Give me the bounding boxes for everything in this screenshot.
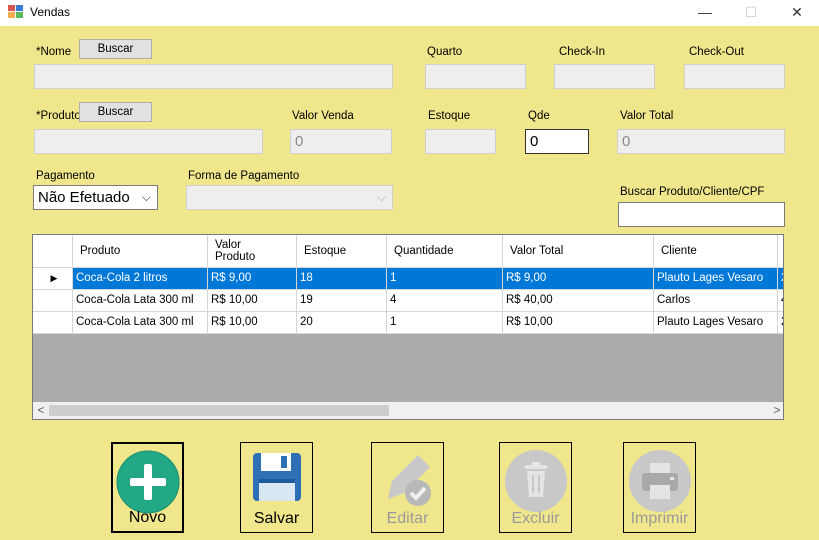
valor-venda-field[interactable]: 0 — [290, 129, 392, 154]
valor-total-field[interactable]: 0 — [617, 129, 785, 154]
estoque-field[interactable] — [425, 129, 496, 154]
row-selector[interactable] — [33, 290, 73, 312]
col-header-quantidade[interactable]: Quantidade — [387, 235, 503, 268]
produto-label: *Produto — [36, 110, 81, 122]
cell-valor-produto[interactable]: R$ 10,00 — [208, 312, 297, 334]
cell-quantidade[interactable]: 1 — [387, 312, 503, 334]
buscar-geral-label: Buscar Produto/Cliente/CPF — [620, 186, 765, 198]
buscar-produto-button[interactable]: Buscar — [79, 102, 152, 122]
chevron-down-icon: ⌵ — [141, 190, 151, 204]
cell-estoque[interactable]: 19 — [297, 290, 387, 312]
scroll-right-icon[interactable]: > — [769, 402, 783, 419]
excluir-button[interactable]: Excluir — [499, 442, 572, 533]
pagamento-label: Pagamento — [36, 170, 95, 182]
col-header-valor-total[interactable]: Valor Total — [503, 235, 654, 268]
quarto-field[interactable] — [425, 64, 526, 89]
forma-pagamento-select[interactable]: ⌵ — [186, 185, 393, 210]
save-icon — [252, 453, 301, 501]
table-row[interactable]: Coca-Cola Lata 300 ml R$ 10,00 20 1 R$ 1… — [33, 312, 783, 334]
excluir-label: Excluir — [511, 510, 560, 527]
window-title: Vendas — [30, 5, 71, 19]
scroll-left-icon[interactable]: < — [33, 402, 49, 419]
salvar-button[interactable]: Salvar — [240, 442, 313, 533]
pagamento-select[interactable]: Não Efetuado ⌵ — [33, 185, 158, 210]
produto-field[interactable] — [34, 129, 263, 154]
editar-label: Editar — [386, 510, 429, 527]
salvar-label: Salvar — [253, 510, 300, 527]
cell-valor-total[interactable]: R$ 10,00 — [503, 312, 654, 334]
novo-label: Novo — [128, 509, 167, 526]
sales-grid[interactable]: Produto Valor Produto Estoque Quantidade… — [32, 234, 784, 420]
table-row[interactable]: Coca-Cola Lata 300 ml R$ 10,00 19 4 R$ 4… — [33, 290, 783, 312]
cell-estoque[interactable]: 20 — [297, 312, 387, 334]
forma-pagamento-label: Forma de Pagamento — [188, 170, 300, 182]
cell-valor-total[interactable]: R$ 40,00 — [503, 290, 654, 312]
cell-produto[interactable]: Coca-Cola 2 litros — [73, 268, 208, 290]
add-icon — [116, 450, 179, 514]
checkout-field[interactable] — [684, 64, 785, 89]
imprimir-label: Imprimir — [630, 510, 689, 527]
valor-venda-label: Valor Venda — [292, 110, 354, 122]
qde-field[interactable]: 0 — [525, 129, 589, 154]
printer-icon — [628, 450, 691, 512]
cell-cliente[interactable]: Plauto Lages Vesaro — [654, 268, 778, 290]
buscar-nome-button[interactable]: Buscar — [79, 39, 152, 59]
col-header-extra[interactable] — [778, 235, 783, 268]
pagamento-value: Não Efetuado — [38, 189, 130, 206]
cell-cliente[interactable]: Carlos — [654, 290, 778, 312]
col-header-valor-produto[interactable]: Valor Produto — [208, 235, 297, 268]
row-selector[interactable] — [33, 312, 73, 334]
trash-icon — [504, 450, 567, 512]
scroll-thumb[interactable] — [49, 405, 389, 416]
nome-label: *Nome — [36, 46, 72, 58]
cell-produto[interactable]: Coca-Cola Lata 300 ml — [73, 312, 208, 334]
cell-quantidade[interactable]: 1 — [387, 268, 503, 290]
maximize-button[interactable]: ☐ — [728, 0, 774, 26]
checkin-field[interactable] — [554, 64, 655, 89]
qde-label: Qde — [528, 110, 550, 122]
buscar-geral-field[interactable] — [618, 202, 785, 227]
editar-button[interactable]: Editar — [371, 442, 444, 533]
row-selector-icon[interactable]: ▶ — [33, 268, 73, 290]
checkin-label: Check-In — [559, 46, 606, 58]
cell-cliente[interactable]: Plauto Lages Vesaro — [654, 312, 778, 334]
title-bar: Vendas — ☐ ✕ — [0, 0, 819, 26]
quarto-label: Quarto — [427, 46, 463, 58]
minimize-button[interactable]: — — [682, 0, 728, 26]
app-icon — [8, 5, 23, 18]
table-row[interactable]: ▶ Coca-Cola 2 litros R$ 9,00 18 1 R$ 9,0… — [33, 268, 783, 290]
valor-total-label: Valor Total — [620, 110, 674, 122]
cell-extra[interactable]: 2 — [778, 268, 783, 290]
novo-button[interactable]: Novo — [111, 442, 184, 533]
cell-quantidade[interactable]: 4 — [387, 290, 503, 312]
cell-valor-total[interactable]: R$ 9,00 — [503, 268, 654, 290]
col-header-cliente[interactable]: Cliente — [654, 235, 778, 268]
nome-field[interactable] — [34, 64, 393, 89]
cell-extra[interactable]: 4 — [778, 290, 783, 312]
horizontal-scrollbar[interactable]: < > — [33, 402, 783, 419]
form-area: *Nome Buscar Quarto Check-In Check-Out *… — [0, 26, 819, 540]
checkout-label: Check-Out — [689, 46, 744, 58]
row-header-corner — [33, 235, 73, 268]
col-header-produto[interactable]: Produto — [73, 235, 208, 268]
chevron-down-icon: ⌵ — [376, 190, 386, 204]
cell-estoque[interactable]: 18 — [297, 268, 387, 290]
col-header-estoque[interactable]: Estoque — [297, 235, 387, 268]
imprimir-button[interactable]: Imprimir — [623, 442, 696, 533]
close-button[interactable]: ✕ — [774, 0, 819, 26]
cell-produto[interactable]: Coca-Cola Lata 300 ml — [73, 290, 208, 312]
cell-valor-produto[interactable]: R$ 10,00 — [208, 290, 297, 312]
edit-icon — [387, 455, 431, 506]
estoque-label: Estoque — [428, 110, 471, 122]
cell-valor-produto[interactable]: R$ 9,00 — [208, 268, 297, 290]
cell-extra[interactable]: 2 — [778, 312, 783, 334]
